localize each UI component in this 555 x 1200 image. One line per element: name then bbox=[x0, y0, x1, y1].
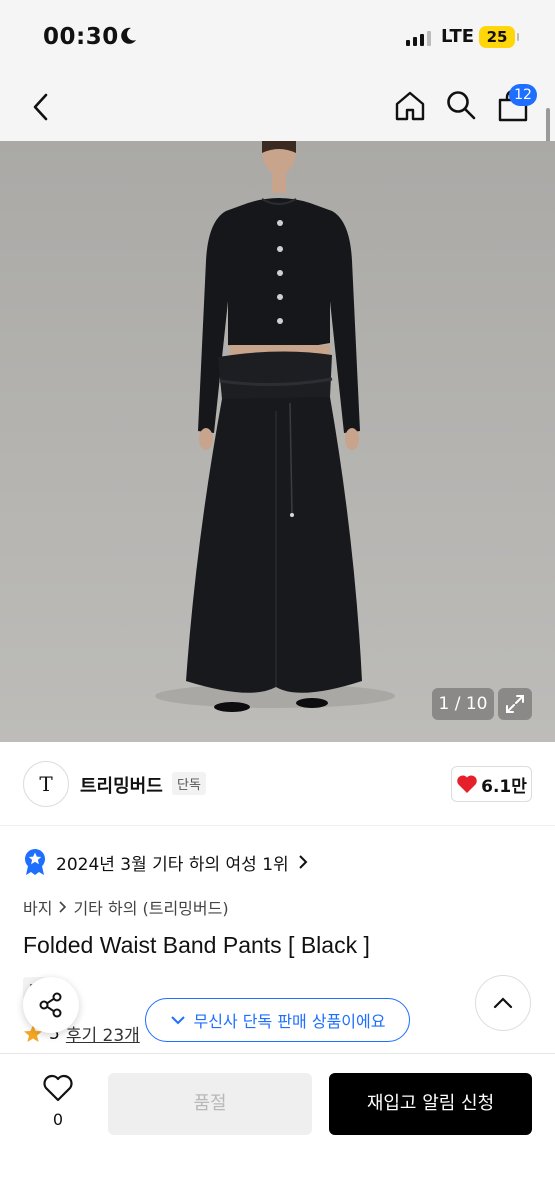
moon-icon bbox=[121, 27, 136, 44]
exclusive-notice-text: 무신사 단독 판매 상품이에요 bbox=[193, 1012, 386, 1031]
brand-exclusive-badge: 단독 bbox=[172, 772, 206, 795]
product-title: Folded Waist Band Pants [ Black ] bbox=[23, 932, 370, 958]
ranking-text: 2024년 3월 기타 하의 여성 1위 bbox=[56, 854, 289, 875]
chevron-up-icon bbox=[493, 997, 513, 1009]
battery-icon: 25 bbox=[479, 26, 519, 48]
expand-image-button[interactable] bbox=[498, 688, 532, 720]
brand-logo[interactable]: T bbox=[23, 761, 69, 807]
image-counter: 1 / 10 bbox=[432, 688, 494, 720]
ranking-link[interactable]: 2024년 3월 기타 하의 여성 1위 bbox=[23, 848, 308, 876]
status-bar: 00:30 LTE 25 bbox=[0, 0, 555, 75]
top-nav bbox=[0, 75, 555, 141]
heart-outline-icon bbox=[43, 1074, 73, 1102]
like-button[interactable]: 6.1만 bbox=[451, 766, 532, 802]
restock-alert-button[interactable]: 재입고 알림 신청 bbox=[329, 1073, 532, 1135]
product-photo bbox=[155, 141, 395, 712]
scroll-top-button[interactable] bbox=[475, 975, 531, 1031]
heart-icon bbox=[457, 775, 477, 793]
breadcrumb-level1[interactable]: 바지 bbox=[23, 895, 52, 919]
sold-out-button: 품절 bbox=[108, 1073, 312, 1135]
cart-count-badge: 12 bbox=[509, 84, 537, 106]
exclusive-notice-pill[interactable]: 무신사 단독 판매 상품이에요 bbox=[145, 998, 410, 1042]
expand-icon bbox=[506, 695, 524, 713]
network-label: LTE bbox=[441, 26, 475, 47]
home-icon[interactable] bbox=[393, 89, 427, 123]
brand-row: T 트리밍버드 단독 6.1만 bbox=[0, 742, 555, 826]
like-count: 6.1만 bbox=[481, 776, 527, 797]
ranking-badge-icon bbox=[25, 849, 45, 875]
chevron-right-icon bbox=[298, 855, 308, 869]
breadcrumb-level2[interactable]: 기타 하의 (트리밍버드) bbox=[73, 895, 228, 919]
search-icon[interactable] bbox=[445, 89, 477, 121]
brand-name-link[interactable]: 트리밍버드 bbox=[80, 772, 163, 798]
reviews-link[interactable]: 후기 23개 bbox=[66, 1021, 140, 1046]
status-time: 00:30 bbox=[43, 24, 119, 50]
chevron-down-icon bbox=[170, 1016, 185, 1025]
wishlist-button[interactable]: 0 bbox=[38, 1074, 78, 1129]
bottom-action-bar: 0 품절 재입고 알림 신청 bbox=[0, 1053, 555, 1200]
chevron-right-icon bbox=[59, 901, 67, 913]
wishlist-count: 0 bbox=[52, 1110, 64, 1129]
back-icon[interactable] bbox=[28, 91, 54, 123]
signal-icon bbox=[406, 30, 431, 46]
product-image-gallery[interactable] bbox=[0, 141, 555, 742]
breadcrumb: 바지 기타 하의 (트리밍버드) bbox=[23, 895, 229, 919]
share-button[interactable] bbox=[23, 977, 79, 1033]
share-icon bbox=[39, 992, 62, 1018]
